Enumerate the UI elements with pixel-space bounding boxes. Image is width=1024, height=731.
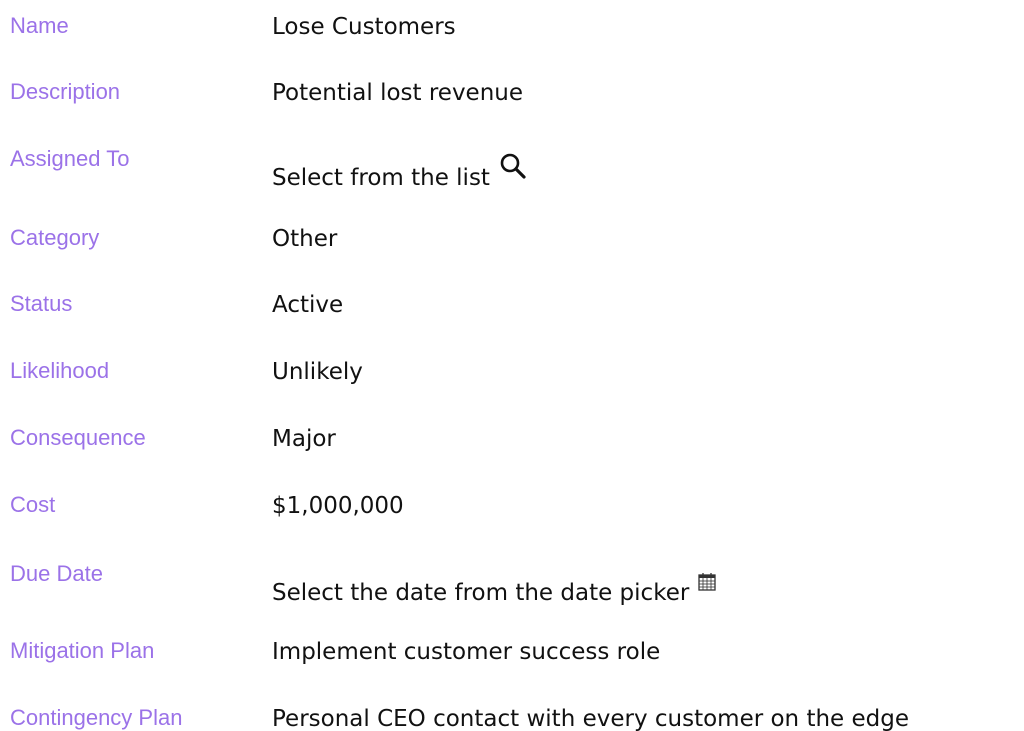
field-label-name: Name: [10, 13, 69, 38]
field-label-cost: Cost: [10, 492, 56, 517]
field-value-assigned-to[interactable]: Select from the list: [272, 153, 528, 202]
field-value-status[interactable]: Active: [272, 294, 343, 317]
field-row-status: Status Active: [0, 293, 1024, 353]
field-label-mitigation-plan: Mitigation Plan: [10, 638, 155, 663]
field-value-mitigation-plan[interactable]: Implement customer success role: [272, 641, 660, 664]
field-label-category: Category: [10, 225, 100, 250]
field-value-likelihood[interactable]: Unlikely: [272, 361, 363, 384]
field-label-description: Description: [10, 79, 121, 104]
field-value-name[interactable]: Lose Customers: [272, 16, 456, 39]
field-label-assigned-to: Assigned To: [10, 146, 130, 171]
field-value-due-date[interactable]: Select the date from the date picker: [272, 573, 717, 607]
field-label-status: Status: [10, 291, 73, 316]
field-label-likelihood: Likelihood: [10, 358, 110, 383]
field-row-mitigation-plan: Mitigation Plan Implement customer succe…: [0, 640, 1024, 700]
field-value-contingency-plan[interactable]: Personal CEO contact with every customer…: [272, 708, 909, 731]
risk-details-form: Name Lose Customers Description Potentia…: [0, 0, 1024, 731]
field-row-due-date: Due Date Select the date from the date p…: [0, 563, 1024, 623]
search-icon[interactable]: [498, 151, 528, 186]
field-row-consequence: Consequence Major: [0, 427, 1024, 487]
field-row-assigned-to: Assigned To Select from the list: [0, 148, 1024, 208]
field-value-cost[interactable]: $1,000,000: [272, 495, 404, 518]
field-label-consequence: Consequence: [10, 425, 146, 450]
field-row-contingency-plan: Contingency Plan Personal CEO contact wi…: [0, 707, 1024, 731]
field-value-category[interactable]: Other: [272, 228, 337, 251]
assigned-to-placeholder[interactable]: Select from the list: [272, 165, 490, 191]
field-row-description: Description Potential lost revenue: [0, 81, 1024, 141]
due-date-placeholder[interactable]: Select the date from the date picker: [272, 580, 689, 606]
field-label-due-date: Due Date: [10, 561, 103, 586]
field-row-likelihood: Likelihood Unlikely: [0, 360, 1024, 420]
field-row-name: Name Lose Customers: [0, 15, 1024, 75]
calendar-icon[interactable]: [697, 572, 717, 597]
field-row-category: Category Other: [0, 227, 1024, 287]
field-label-contingency-plan: Contingency Plan: [10, 705, 183, 730]
field-value-description[interactable]: Potential lost revenue: [272, 82, 523, 105]
field-row-cost: Cost $1,000,000: [0, 494, 1024, 554]
field-value-consequence[interactable]: Major: [272, 428, 336, 451]
